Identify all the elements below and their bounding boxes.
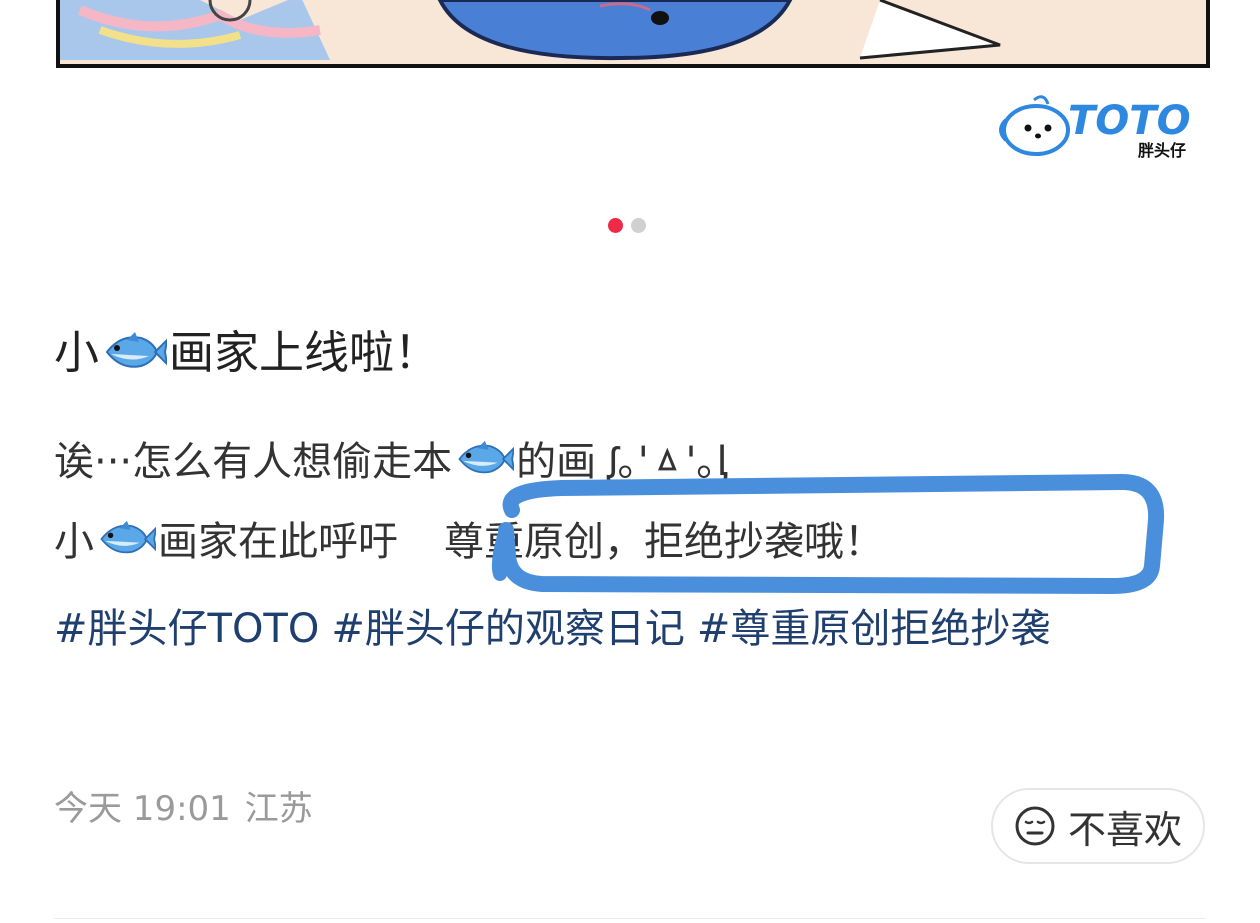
carousel-indicator [608, 218, 646, 233]
post-title: 小 画家上线啦！ [54, 322, 439, 384]
body-line1-prefix: 诶···怎么有人想偷走本 [54, 439, 453, 485]
dislike-button[interactable]: 不喜欢 [991, 788, 1205, 864]
fish-emoji-icon [100, 520, 156, 554]
title-prefix: 小 [54, 326, 100, 379]
illustration-art [0, 0, 1260, 78]
body-line2-highlight: 尊重原创，拒绝抄袭哦！ [444, 519, 884, 565]
hashtag-link[interactable]: #尊重原创拒绝抄袭 [697, 606, 1051, 652]
toto-logo-art: TOTO 胖头仔 [999, 95, 1191, 160]
post-body-line-2: 小 画家在此呼吁 尊重原创，拒绝抄袭哦！ [54, 514, 884, 570]
post-location: 江苏 [244, 789, 313, 829]
fish-emoji-icon [458, 440, 515, 474]
post-meta: 今天 19:01 江苏 [54, 786, 313, 832]
post-date: 今天 19:01 [54, 789, 231, 829]
hashtag-list: #胖头仔TOTO #胖头仔的观察日记 #尊重原创拒绝抄袭 [54, 592, 1204, 666]
title-suffix: 画家上线啦！ [169, 326, 440, 379]
carousel-dot-2[interactable] [631, 218, 646, 233]
meh-face-icon [1015, 806, 1055, 846]
post-image[interactable] [0, 0, 1260, 78]
toto-logo: TOTO 胖头仔 [998, 90, 1202, 162]
carousel-dot-1[interactable] [608, 218, 623, 233]
divider [54, 918, 1206, 919]
fish-emoji-icon [105, 332, 168, 368]
toto-logo-sub: 胖头仔 [1138, 141, 1186, 160]
toto-logo-text: TOTO [1068, 98, 1191, 144]
body-line2-middle: 画家在此呼吁 [158, 519, 398, 565]
post-body-line-1: 诶···怎么有人想偷走本 的画 ᶘ｡'ㅿ'｡ᶅ [54, 434, 728, 490]
body-line2-prefix: 小 [54, 519, 94, 565]
dislike-label: 不喜欢 [1067, 807, 1182, 852]
hashtag-link[interactable]: #胖头仔TOTO [54, 606, 319, 652]
body-line1-suffix: 的画 ᶘ｡'ㅿ'｡ᶅ [516, 439, 728, 485]
hashtag-link[interactable]: #胖头仔的观察日记 [331, 606, 685, 652]
